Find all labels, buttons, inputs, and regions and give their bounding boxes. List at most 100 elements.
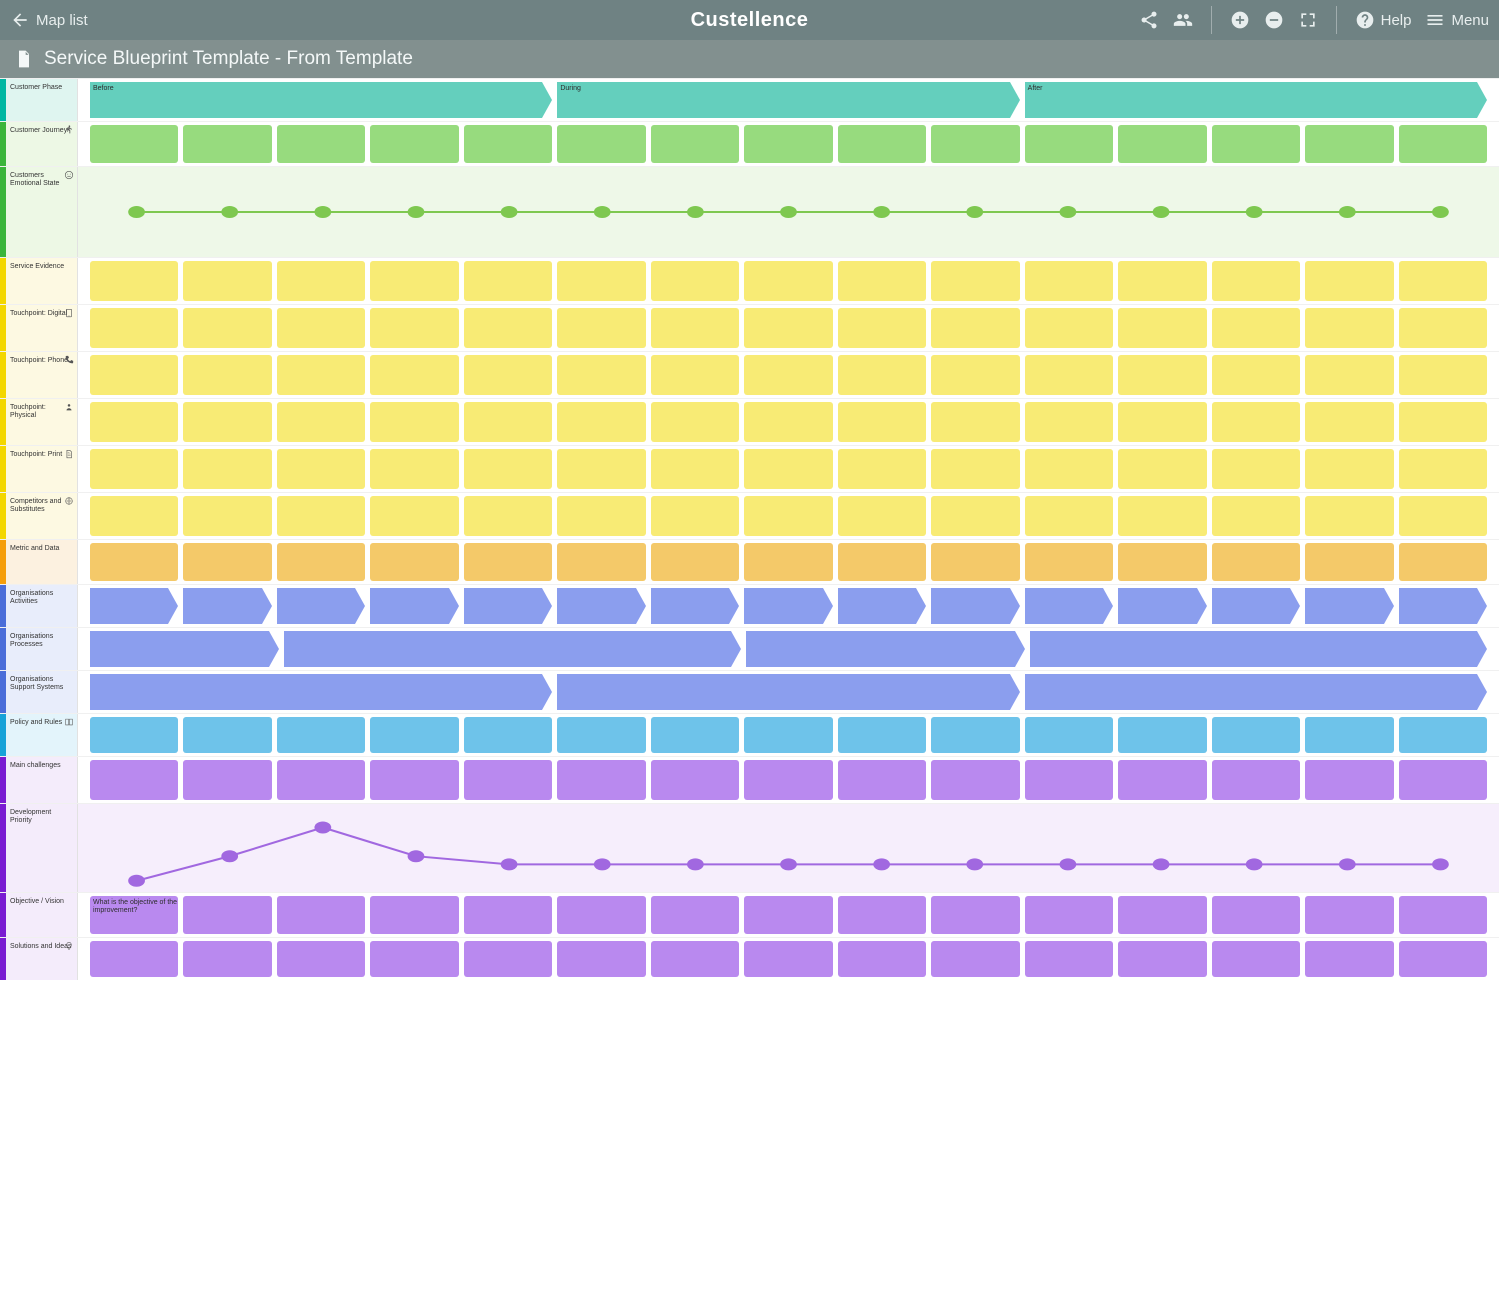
- card[interactable]: [370, 760, 458, 800]
- card[interactable]: [277, 760, 365, 800]
- chevron-card[interactable]: [183, 588, 261, 624]
- lane-label[interactable]: Organisations Activities: [6, 585, 78, 627]
- lane-body[interactable]: [78, 671, 1499, 713]
- card[interactable]: [1025, 896, 1113, 934]
- card[interactable]: [1212, 355, 1300, 395]
- card[interactable]: [1212, 941, 1300, 977]
- card[interactable]: [183, 261, 271, 301]
- card[interactable]: [1399, 896, 1487, 934]
- lane-label[interactable]: Customers Emotional State: [6, 167, 78, 257]
- card[interactable]: [183, 941, 271, 977]
- card[interactable]: [557, 355, 645, 395]
- card[interactable]: [183, 717, 271, 753]
- card[interactable]: [744, 760, 832, 800]
- card[interactable]: [1399, 125, 1487, 163]
- chevron-card[interactable]: [277, 588, 355, 624]
- card[interactable]: [464, 717, 552, 753]
- share-button[interactable]: [1139, 10, 1159, 30]
- lane-body[interactable]: [78, 757, 1499, 803]
- card[interactable]: [1118, 308, 1206, 348]
- card[interactable]: [1025, 355, 1113, 395]
- lane-body[interactable]: [78, 399, 1499, 445]
- card[interactable]: [1118, 402, 1206, 442]
- lane-body[interactable]: What is the objective of the improvement…: [78, 893, 1499, 937]
- lane-label[interactable]: Main challenges: [6, 757, 78, 803]
- card[interactable]: [744, 496, 832, 536]
- card[interactable]: [90, 308, 178, 348]
- card[interactable]: [1118, 941, 1206, 977]
- card[interactable]: [370, 941, 458, 977]
- card[interactable]: [1399, 308, 1487, 348]
- card[interactable]: [183, 125, 271, 163]
- card[interactable]: [557, 308, 645, 348]
- blueprint-board[interactable]: Customer Phase BeforeDuringAfter Custome…: [0, 78, 1499, 980]
- card[interactable]: [1118, 261, 1206, 301]
- chevron-card[interactable]: [744, 588, 822, 624]
- phase-card[interactable]: After: [1025, 82, 1477, 118]
- lane-label[interactable]: Competitors and Substitutes: [6, 493, 78, 539]
- card[interactable]: [1399, 760, 1487, 800]
- chevron-card[interactable]: [838, 588, 916, 624]
- card[interactable]: [651, 543, 739, 581]
- lane-body[interactable]: [78, 122, 1499, 166]
- card[interactable]: [651, 941, 739, 977]
- card[interactable]: [1118, 355, 1206, 395]
- card[interactable]: [464, 125, 552, 163]
- card[interactable]: [1305, 355, 1393, 395]
- card[interactable]: [557, 717, 645, 753]
- card[interactable]: [1212, 449, 1300, 489]
- lane-label[interactable]: Metric and Data: [6, 540, 78, 584]
- card[interactable]: [651, 308, 739, 348]
- chevron-card[interactable]: [1118, 588, 1196, 624]
- lane-label[interactable]: Organisations Processes: [6, 628, 78, 670]
- card[interactable]: [370, 125, 458, 163]
- lane-body[interactable]: [78, 258, 1499, 304]
- lane-label[interactable]: Customer Phase: [6, 79, 78, 121]
- card[interactable]: [931, 125, 1019, 163]
- card[interactable]: [1399, 449, 1487, 489]
- card[interactable]: [1025, 941, 1113, 977]
- card[interactable]: [370, 355, 458, 395]
- card[interactable]: [90, 402, 178, 442]
- card[interactable]: [931, 496, 1019, 536]
- card[interactable]: [557, 125, 645, 163]
- card[interactable]: [557, 449, 645, 489]
- card[interactable]: [931, 355, 1019, 395]
- card[interactable]: [1118, 896, 1206, 934]
- chevron-card[interactable]: [90, 588, 168, 624]
- card[interactable]: [183, 308, 271, 348]
- card[interactable]: [1025, 261, 1113, 301]
- card[interactable]: [90, 125, 178, 163]
- card[interactable]: [370, 896, 458, 934]
- chevron-card[interactable]: [931, 588, 1009, 624]
- card[interactable]: [277, 449, 365, 489]
- back-button[interactable]: Map list: [10, 10, 88, 30]
- card[interactable]: [1305, 496, 1393, 536]
- card[interactable]: [1305, 449, 1393, 489]
- card[interactable]: [1025, 496, 1113, 536]
- chevron-card[interactable]: [1025, 674, 1477, 710]
- card[interactable]: [1399, 261, 1487, 301]
- card[interactable]: [1305, 896, 1393, 934]
- card[interactable]: [464, 543, 552, 581]
- chevron-card[interactable]: [284, 631, 731, 667]
- card[interactable]: [838, 543, 926, 581]
- chevron-card[interactable]: [746, 631, 1014, 667]
- card[interactable]: [744, 308, 832, 348]
- chevron-card[interactable]: [370, 588, 448, 624]
- card[interactable]: [744, 543, 832, 581]
- card[interactable]: [1305, 125, 1393, 163]
- card[interactable]: [1118, 717, 1206, 753]
- lane-body[interactable]: [78, 714, 1499, 756]
- card[interactable]: [931, 941, 1019, 977]
- card[interactable]: [1399, 543, 1487, 581]
- card[interactable]: [1118, 449, 1206, 489]
- card[interactable]: [1399, 941, 1487, 977]
- card[interactable]: [1305, 308, 1393, 348]
- card[interactable]: [1212, 760, 1300, 800]
- card[interactable]: [557, 402, 645, 442]
- card[interactable]: [277, 496, 365, 536]
- lane-label[interactable]: Touchpoint: Digital: [6, 305, 78, 351]
- card[interactable]: [370, 261, 458, 301]
- card[interactable]: [1118, 496, 1206, 536]
